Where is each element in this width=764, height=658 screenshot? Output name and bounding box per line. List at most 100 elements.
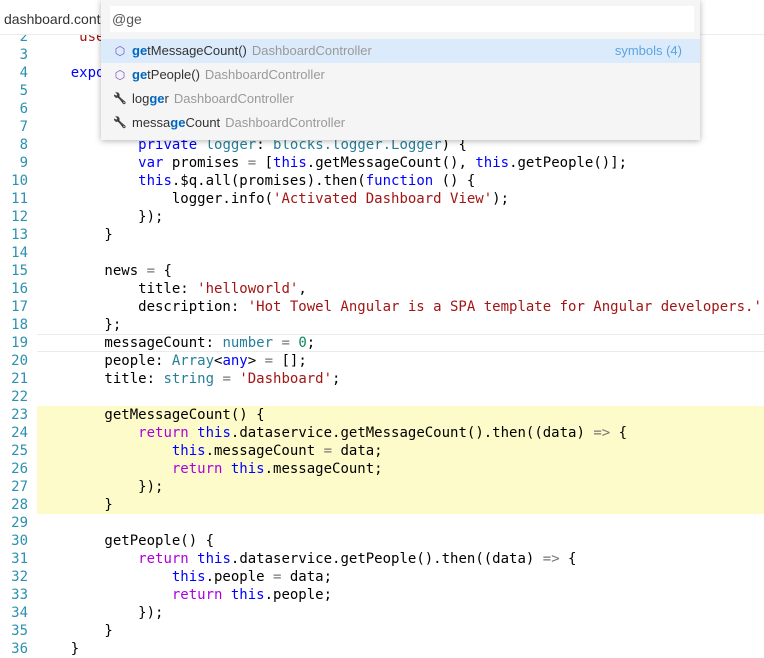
line-number: 26 bbox=[11, 461, 28, 477]
code-token: = bbox=[264, 353, 274, 369]
code-token: .getMessageCount(), bbox=[306, 155, 476, 171]
code-token: people: bbox=[37, 353, 172, 369]
code-token: ; bbox=[332, 371, 341, 387]
symbol-item[interactable]: ⬡ getPeople() DashboardController bbox=[101, 63, 700, 87]
code-token: { bbox=[559, 551, 577, 567]
symbol-container: DashboardController bbox=[225, 115, 346, 130]
code-token: .messageCount bbox=[205, 443, 324, 459]
symbol-item[interactable]: ⬡ getMessageCount() DashboardController sym… bbox=[101, 39, 700, 63]
code-text[interactable]: var promises = [this.getMessageCount(), … bbox=[37, 154, 764, 172]
symbol-container: DashboardController bbox=[204, 67, 325, 82]
line-number: 27 bbox=[11, 479, 28, 495]
code-line: 32 this.people = data; bbox=[0, 568, 764, 586]
symbol-name: getPeople() DashboardController bbox=[132, 63, 325, 87]
code-text[interactable] bbox=[37, 514, 764, 532]
line-number: 13 bbox=[11, 227, 28, 243]
code-token: = bbox=[281, 335, 290, 351]
symbol-name-match: ge bbox=[132, 67, 148, 82]
code-text[interactable]: return this.people; bbox=[37, 586, 764, 604]
line-number: 29 bbox=[11, 515, 28, 531]
code-text[interactable]: this.messageCount = data; bbox=[37, 442, 764, 460]
code-token: data; bbox=[281, 569, 333, 585]
code-token: expo bbox=[70, 65, 105, 81]
line-number: 6 bbox=[19, 101, 28, 117]
symbol-name-suffix: tMessageCount() bbox=[147, 43, 247, 58]
code-line: 26 return this.messageCount; bbox=[0, 460, 764, 478]
code-line: 11 logger.info('Activated Dashboard View… bbox=[0, 190, 764, 208]
code-token: { bbox=[155, 263, 172, 279]
code-text[interactable]: description: 'Hot Towel Angular is a SPA… bbox=[37, 298, 764, 316]
line-number: 12 bbox=[11, 209, 28, 225]
code-text[interactable]: messageCount: number = 0; bbox=[37, 334, 764, 352]
code-line: 22 bbox=[0, 388, 764, 406]
code-token: = bbox=[222, 371, 231, 387]
method-icon: ⬡ bbox=[114, 68, 126, 82]
code-text[interactable]: people: Array<any> = []; bbox=[37, 352, 764, 370]
quick-open-input[interactable] bbox=[110, 6, 694, 32]
code-text[interactable]: this.$q.all(promises).then(function () { bbox=[37, 172, 764, 190]
code-text[interactable]: getMessageCount() { bbox=[37, 406, 764, 424]
code-text[interactable]: getPeople() { bbox=[37, 532, 764, 550]
code-text[interactable]: } bbox=[37, 226, 764, 244]
code-token: this bbox=[230, 461, 265, 477]
code-token: title: bbox=[37, 281, 198, 297]
code-token: .dataservice.getMessageCount().then((dat… bbox=[230, 425, 594, 441]
code-text[interactable]: logger.info('Activated Dashboard View'); bbox=[37, 190, 764, 208]
line-number: 4 bbox=[19, 65, 28, 81]
code-text[interactable]: } bbox=[37, 622, 764, 640]
line-number: 15 bbox=[11, 263, 28, 279]
code-text[interactable]: return this.dataservice.getMessageCount(… bbox=[37, 424, 764, 442]
code-text[interactable]: }; bbox=[37, 316, 764, 334]
line-number: 23 bbox=[11, 407, 28, 423]
symbol-name-match: ge bbox=[132, 43, 148, 58]
code-token: = bbox=[247, 155, 257, 171]
code-text[interactable] bbox=[37, 244, 764, 262]
code-line: 21 title: string = 'Dashboard'; bbox=[0, 370, 764, 388]
code-token: this bbox=[138, 173, 172, 189]
line-number: 19 bbox=[11, 335, 28, 351]
code-token: { bbox=[610, 425, 628, 441]
symbol-name-suffix: tPeople() bbox=[147, 67, 200, 82]
code-token: 'helloworld' bbox=[197, 281, 299, 297]
line-number: 14 bbox=[11, 245, 28, 261]
code-line: 30 getPeople() { bbox=[0, 532, 764, 550]
code-line: 14 bbox=[0, 244, 764, 262]
code-line: 12 }); bbox=[0, 208, 764, 226]
code-token: 'Hot Towel Angular is a SPA template for… bbox=[247, 299, 762, 315]
code-text[interactable]: }); bbox=[37, 604, 764, 622]
code-text[interactable] bbox=[37, 388, 764, 406]
code-token: []; bbox=[273, 353, 307, 369]
code-line: 16 title: 'helloworld', bbox=[0, 280, 764, 298]
code-line: 29 bbox=[0, 514, 764, 532]
line-number: 17 bbox=[11, 299, 28, 315]
symbol-item[interactable]: 🔧 messageCount DashboardController bbox=[101, 111, 700, 135]
symbol-name: logger DashboardController bbox=[132, 87, 294, 111]
code-text[interactable]: }); bbox=[37, 208, 764, 226]
symbol-item[interactable]: 🔧 logger DashboardController bbox=[101, 87, 700, 111]
code-token: description: bbox=[37, 299, 248, 315]
code-text[interactable]: return this.dataservice.getPeople().then… bbox=[37, 550, 764, 568]
symbol-name-suffix: Count bbox=[185, 115, 221, 130]
code-token: return bbox=[171, 587, 223, 603]
line-number: 33 bbox=[11, 587, 28, 603]
tab-dashboard-controller[interactable]: dashboard.controller.ts bbox=[4, 11, 104, 27]
code-text[interactable]: } bbox=[37, 496, 764, 514]
symbol-name-prefix: messa bbox=[132, 115, 171, 130]
code-text[interactable]: title: 'helloworld', bbox=[37, 280, 764, 298]
code-text[interactable]: news = { bbox=[37, 262, 764, 280]
code-text[interactable]: }); bbox=[37, 478, 764, 496]
code-line: 9 var promises = [this.getMessageCount()… bbox=[0, 154, 764, 172]
code-text[interactable]: } bbox=[37, 640, 764, 658]
line-number: 36 bbox=[11, 641, 28, 657]
code-line: 17 description: 'Hot Towel Angular is a … bbox=[0, 298, 764, 316]
code-text[interactable]: this.people = data; bbox=[37, 568, 764, 586]
code-text[interactable]: return this.messageCount; bbox=[37, 460, 764, 478]
code-text[interactable]: title: string = 'Dashboard'; bbox=[37, 370, 764, 388]
code-line: 18 }; bbox=[0, 316, 764, 334]
code-token: function bbox=[365, 173, 434, 189]
symbol-name: messageCount DashboardController bbox=[132, 111, 345, 135]
